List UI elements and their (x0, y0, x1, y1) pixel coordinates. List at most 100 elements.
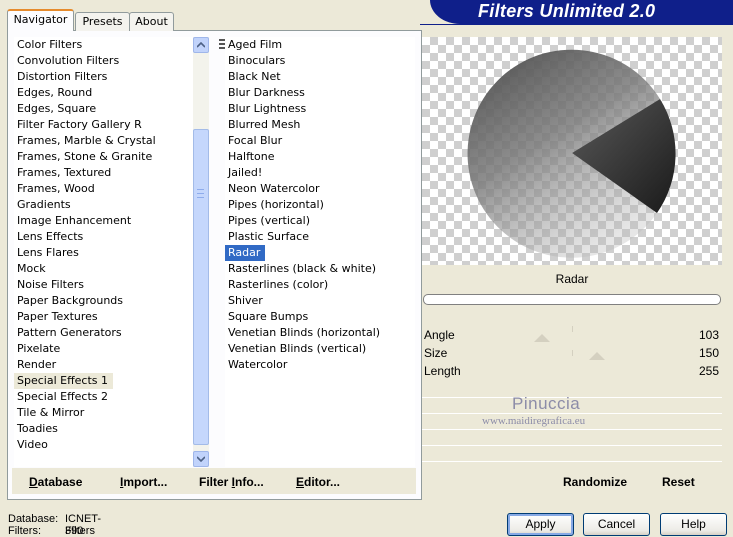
list-item[interactable]: Rasterlines (color) (225, 278, 328, 291)
list-row[interactable]: Plastic Surface (225, 229, 415, 245)
list-row[interactable]: Focal Blur (225, 133, 415, 149)
list-row[interactable]: Frames, Stone & Granite (14, 149, 193, 165)
list-row[interactable]: Toadies (14, 421, 193, 437)
list-row[interactable]: Blur Lightness (225, 101, 415, 117)
filter-info-button[interactable]: Filter Info... (199, 475, 264, 489)
list-item[interactable]: Watercolor (225, 358, 287, 371)
tab-presets[interactable]: Presets (75, 12, 130, 31)
list-row[interactable]: Image Enhancement (14, 213, 193, 229)
list-item[interactable]: Convolution Filters (14, 54, 119, 67)
scroll-thumb[interactable] (193, 129, 209, 445)
list-item[interactable]: Aged Film (225, 38, 282, 51)
list-item[interactable]: Venetian Blinds (vertical) (225, 342, 366, 355)
list-item[interactable]: Pixelate (14, 342, 60, 355)
list-row[interactable]: Gradients (14, 197, 193, 213)
randomize-button[interactable]: Randomize (563, 475, 627, 489)
param-size[interactable]: Size 150 (422, 343, 722, 361)
list-row[interactable]: Distortion Filters (14, 69, 193, 85)
list-row[interactable]: Lens Effects (14, 229, 193, 245)
list-item[interactable]: Venetian Blinds (horizontal) (225, 326, 380, 339)
list-row[interactable]: Paper Textures (14, 309, 193, 325)
reset-button[interactable]: Reset (662, 475, 695, 489)
list-row[interactable]: Lens Flares (14, 245, 193, 261)
list-item[interactable]: Special Effects 1 (14, 373, 114, 389)
list-row[interactable]: Binoculars (225, 53, 415, 69)
list-row[interactable]: Black Net (225, 69, 415, 85)
list-row[interactable]: Jailed! (225, 165, 415, 181)
list-item[interactable]: Frames, Marble & Crystal (14, 134, 156, 147)
list-row[interactable]: Edges, Round (14, 85, 193, 101)
list-item[interactable]: Black Net (225, 70, 281, 83)
cancel-button[interactable]: Cancel (583, 513, 650, 536)
list-item[interactable]: Lens Flares (14, 246, 79, 259)
list-row[interactable]: Halftone (225, 149, 415, 165)
list-item[interactable]: Square Bumps (225, 310, 308, 323)
list-row[interactable]: Blur Darkness (225, 85, 415, 101)
list-item[interactable]: Render (14, 358, 56, 371)
param-length[interactable]: Length 255 (422, 361, 722, 379)
list-item[interactable]: Radar (225, 245, 266, 261)
list-row[interactable]: Frames, Textured (14, 165, 193, 181)
list-item[interactable]: Image Enhancement (14, 214, 131, 227)
list-row[interactable]: Noise Filters (14, 277, 193, 293)
list-row[interactable]: Venetian Blinds (vertical) (225, 341, 415, 357)
list-row[interactable]: Blurred Mesh (225, 117, 415, 133)
list-row[interactable]: Frames, Marble & Crystal (14, 133, 193, 149)
list-item[interactable]: Neon Watercolor (225, 182, 320, 195)
list-item[interactable]: Pipes (vertical) (225, 214, 310, 227)
list-item[interactable]: Pattern Generators (14, 326, 122, 339)
list-row[interactable]: Filter Factory Gallery R (14, 117, 193, 133)
list-row[interactable]: Frames, Wood (14, 181, 193, 197)
list-item[interactable]: Plastic Surface (225, 230, 309, 243)
list-item[interactable]: Edges, Round (14, 86, 92, 99)
list-row[interactable]: Pattern Generators (14, 325, 193, 341)
list-row[interactable]: Special Effects 1 (14, 373, 193, 389)
list-row[interactable]: Edges, Square (14, 101, 193, 117)
list-row[interactable]: Rasterlines (black & white) (225, 261, 415, 277)
list-row[interactable]: Mock (14, 261, 193, 277)
list-row[interactable]: Aged Film (225, 37, 415, 53)
apply-button[interactable]: Apply (507, 513, 574, 536)
list-item[interactable]: Halftone (225, 150, 275, 163)
list-item[interactable]: Pipes (horizontal) (225, 198, 324, 211)
category-scrollbar[interactable] (193, 37, 209, 467)
list-item[interactable]: Frames, Wood (14, 182, 95, 195)
list-item[interactable]: Shiver (225, 294, 263, 307)
list-row[interactable]: Pipes (horizontal) (225, 197, 415, 213)
list-row[interactable]: Watercolor (225, 357, 415, 373)
list-item[interactable]: Lens Effects (14, 230, 83, 243)
list-row[interactable]: Neon Watercolor (225, 181, 415, 197)
list-item[interactable]: Video (14, 438, 48, 451)
list-item[interactable]: Filter Factory Gallery R (14, 118, 142, 131)
list-row[interactable]: Video (14, 437, 193, 453)
tab-about[interactable]: About (129, 12, 174, 31)
category-list[interactable]: Color Filters Convolution Filters Distorti… (14, 37, 193, 467)
list-item[interactable]: Color Filters (14, 38, 82, 51)
list-row[interactable]: Shiver (225, 293, 415, 309)
list-item[interactable]: Blur Darkness (225, 86, 305, 99)
list-item[interactable]: Mock (14, 262, 46, 275)
list-item[interactable]: Binoculars (225, 54, 285, 67)
list-item[interactable]: Gradients (14, 198, 71, 211)
list-row[interactable]: Rasterlines (color) (225, 277, 415, 293)
list-row[interactable]: Render (14, 357, 193, 373)
list-item[interactable]: Noise Filters (14, 278, 84, 291)
list-item[interactable]: Tile & Mirror (14, 406, 84, 419)
tab-navigator[interactable]: Navigator (7, 9, 74, 31)
list-item[interactable]: Focal Blur (225, 134, 282, 147)
list-item[interactable]: Frames, Stone & Granite (14, 150, 152, 163)
list-item[interactable]: Jailed! (225, 166, 262, 179)
list-row[interactable]: Venetian Blinds (horizontal) (225, 325, 415, 341)
list-item[interactable]: Blur Lightness (225, 102, 306, 115)
filter-list[interactable]: Aged Film Binoculars Black Net Blur Darknes… (225, 37, 415, 467)
editor-button[interactable]: Editor... (296, 475, 340, 489)
scroll-down-button[interactable] (193, 451, 209, 467)
list-item[interactable]: Blurred Mesh (225, 118, 300, 131)
list-item[interactable]: Rasterlines (black & white) (225, 262, 376, 275)
list-row[interactable]: Radar (225, 245, 415, 261)
list-item[interactable]: Paper Backgrounds (14, 294, 123, 307)
list-row[interactable]: Color Filters (14, 37, 193, 53)
list-row[interactable]: Tile & Mirror (14, 405, 193, 421)
list-row[interactable]: Square Bumps (225, 309, 415, 325)
list-item[interactable]: Special Effects 2 (14, 390, 108, 403)
